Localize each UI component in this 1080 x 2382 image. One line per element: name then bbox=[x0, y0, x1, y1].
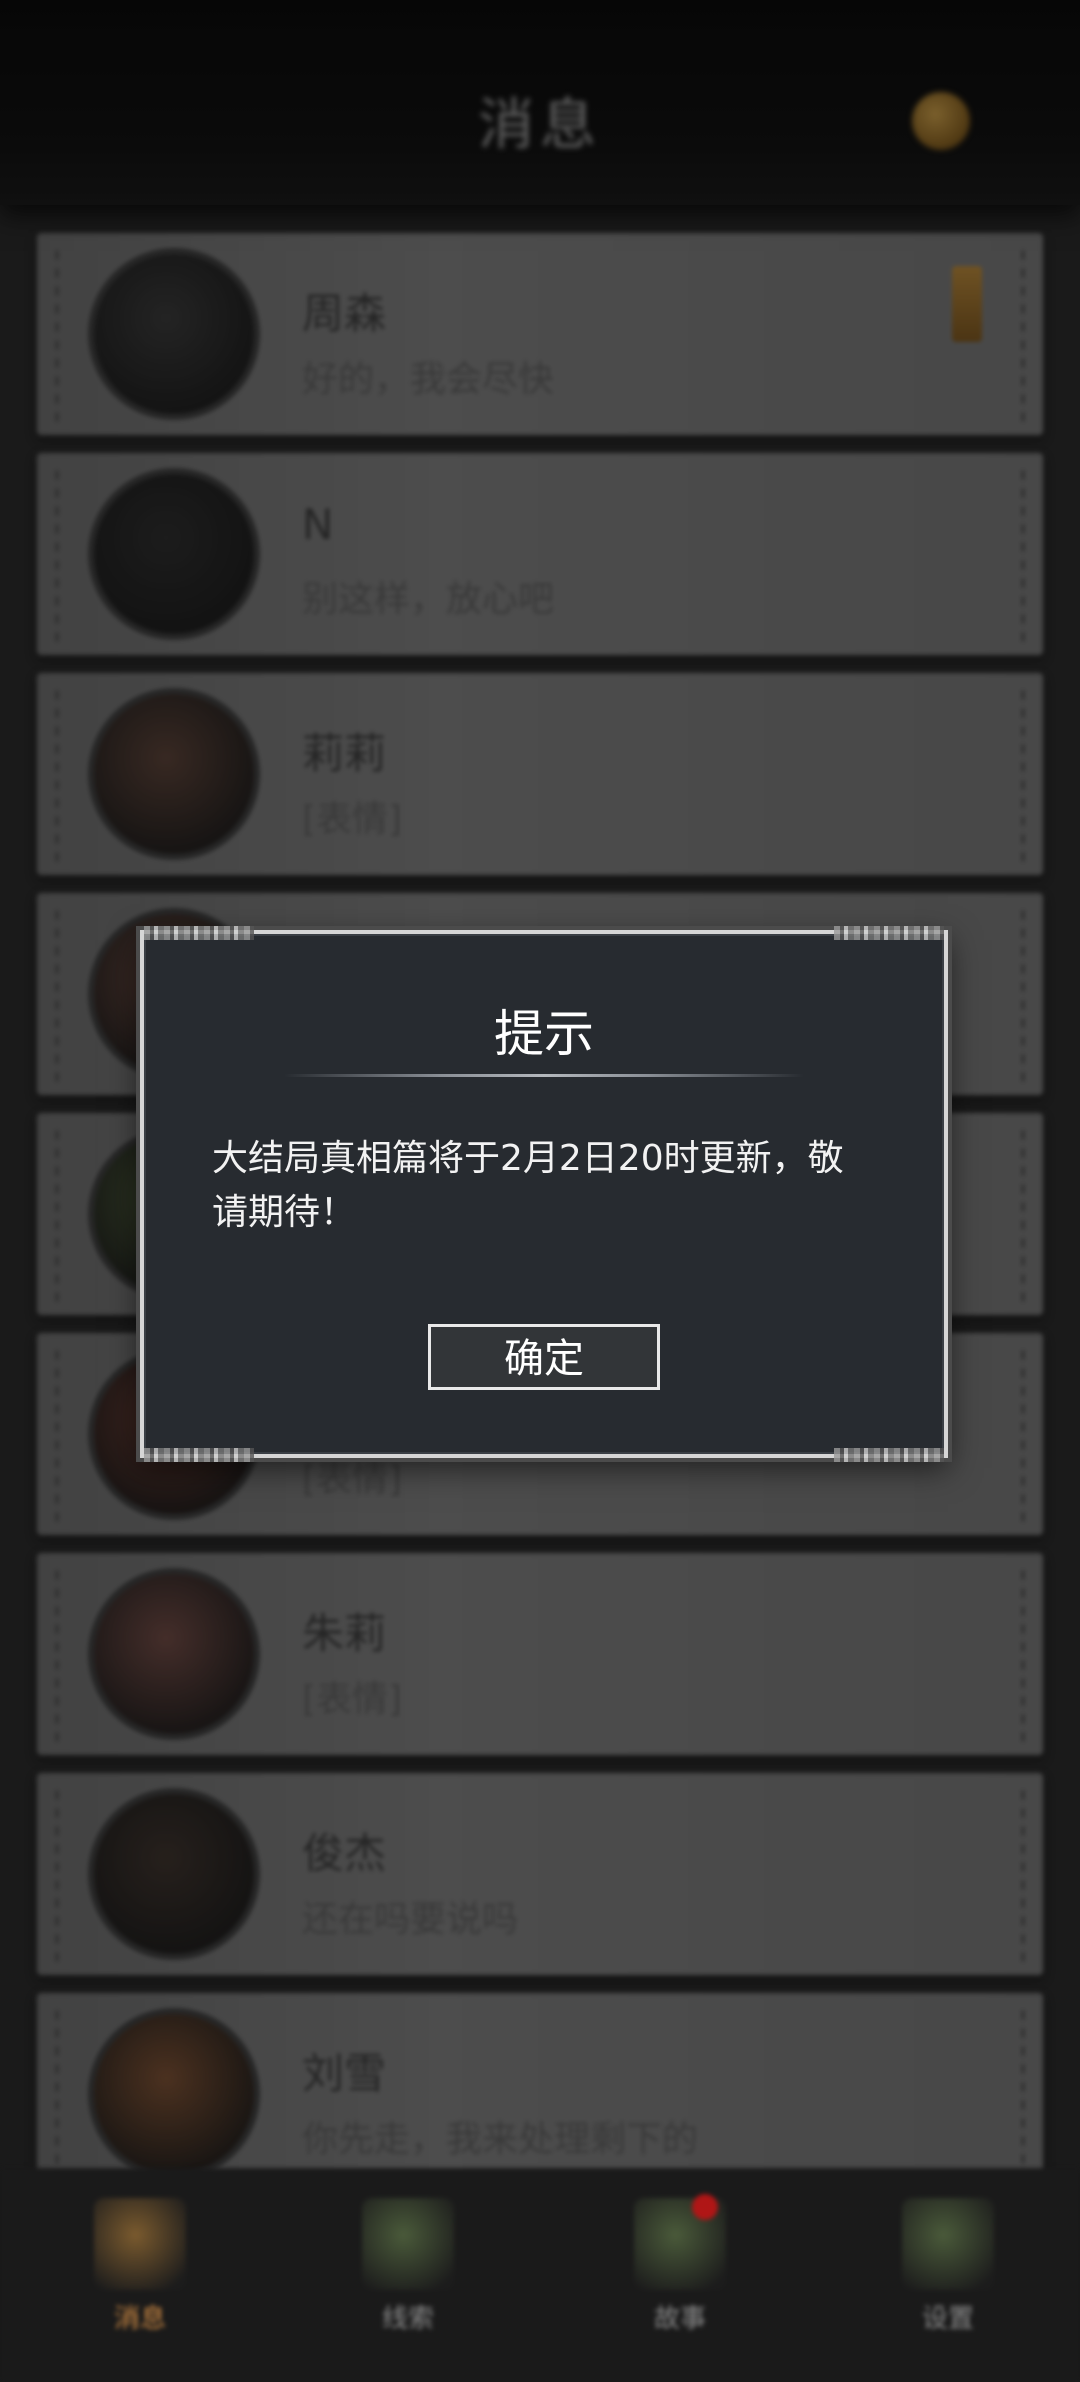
dialog-title: 提示 bbox=[494, 1005, 594, 1063]
message-icon bbox=[94, 2198, 186, 2290]
nav-item-1[interactable]: 线索 bbox=[348, 2198, 468, 2335]
dialog-message: 大结局真相篇将于2月2日20时更新，敬请期待！ bbox=[212, 1138, 844, 1233]
nav-label: 设置 bbox=[921, 2304, 974, 2334]
frame-decoration bbox=[144, 1448, 254, 1462]
bottom-nav: 消息 线索 故事 设置 bbox=[0, 2168, 1080, 2382]
nav-label: 消息 bbox=[113, 2304, 166, 2334]
app-screen: 消息 周森好的，我会尽快N别这样，放心吧莉莉[表情]李[表情]王[表情]陈[表情… bbox=[0, 0, 1080, 2382]
clue-icon bbox=[362, 2198, 454, 2290]
frame-decoration bbox=[834, 926, 944, 940]
settings-icon bbox=[902, 2198, 994, 2290]
nav-item-0[interactable]: 消息 bbox=[80, 2198, 200, 2335]
notification-badge bbox=[692, 2194, 718, 2220]
nav-label: 线索 bbox=[381, 2304, 434, 2334]
nav-item-2[interactable]: 故事 bbox=[620, 2194, 740, 2335]
nav-item-3[interactable]: 设置 bbox=[888, 2198, 1008, 2335]
nav-label: 故事 bbox=[653, 2304, 706, 2334]
confirm-button[interactable]: 确定 bbox=[428, 1324, 660, 1390]
frame-decoration bbox=[144, 926, 254, 940]
frame-decoration bbox=[834, 1448, 944, 1462]
dialog-divider bbox=[284, 1074, 804, 1077]
notice-dialog: 提示 大结局真相篇将于2月2日20时更新，敬请期待！ 确定 bbox=[140, 926, 948, 1462]
